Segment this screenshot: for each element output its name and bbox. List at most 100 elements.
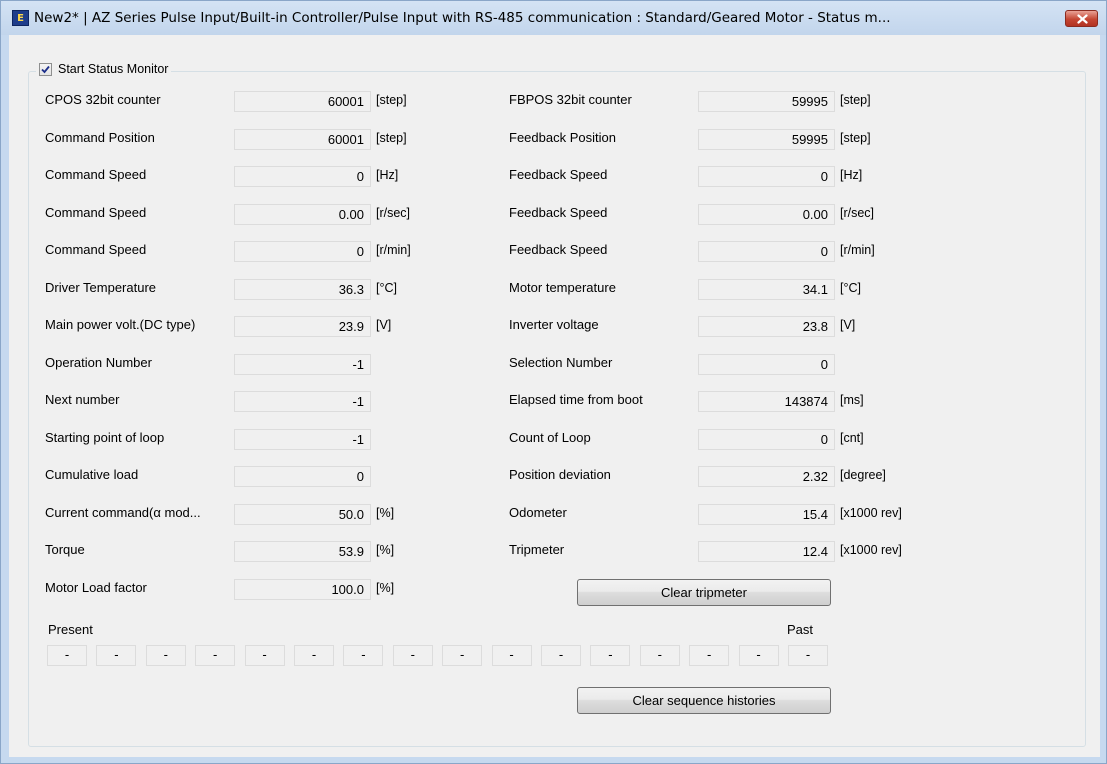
left-param-label: Command Speed — [45, 167, 147, 182]
left-param-unit: [r/sec] — [376, 205, 411, 220]
right-param-value: 143874 — [698, 391, 835, 412]
right-param-label: FBPOS 32bit counter — [509, 92, 632, 107]
history-slot: - — [639, 645, 680, 666]
history-slot: - — [491, 645, 532, 666]
right-param-value: 0 — [698, 353, 835, 375]
history-slot: - — [541, 645, 581, 666]
right-param-value: 0 — [698, 241, 835, 262]
left-param-value: 53.9 — [234, 541, 371, 562]
right-param-unit: [r/min] — [840, 243, 875, 257]
right-param-value: 0 — [698, 428, 835, 450]
present-label: Present — [48, 622, 93, 637]
right-param-unit: [x1000 rev] — [840, 543, 902, 557]
clear-sequence-histories-button[interactable]: Clear sequence histories — [577, 687, 831, 714]
left-param-label: Command Speed — [45, 242, 147, 257]
history-slot: - — [47, 645, 87, 666]
left-param-unit: [%] — [376, 543, 395, 557]
right-param-label: Elapsed time from boot — [509, 392, 643, 407]
left-param-unit: [Hz] — [376, 168, 399, 182]
left-param-value: 0 — [234, 241, 371, 262]
right-param-value: 59995 — [698, 91, 835, 112]
checkmark-icon — [41, 65, 50, 73]
left-param-label: CPOS 32bit counter — [45, 92, 161, 107]
left-param-unit: [°C] — [376, 280, 397, 295]
right-param-value: 2.32 — [698, 466, 835, 487]
history-slot: - — [96, 645, 137, 666]
left-param-value: 23.9 — [234, 316, 371, 337]
history-slot: - — [738, 645, 779, 666]
left-param-value: 0.00 — [234, 203, 371, 225]
left-param-value: 50.0 — [234, 503, 371, 525]
right-param-label: Selection Number — [509, 354, 613, 370]
right-param-label: Odometer — [509, 504, 567, 520]
left-param-unit: [%] — [376, 580, 395, 595]
history-slot: - — [343, 645, 384, 666]
right-param-unit: [Hz] — [840, 168, 863, 182]
left-param-label: Motor Load factor — [45, 579, 147, 595]
right-param-value: 23.8 — [698, 316, 835, 337]
close-button[interactable] — [1065, 10, 1098, 27]
title-bar[interactable]: E New2* | AZ Series Pulse Input/Built-in… — [1, 1, 1106, 35]
window-title: New2* | AZ Series Pulse Input/Built-in C… — [34, 10, 891, 26]
left-param-label: Command Speed — [45, 204, 147, 220]
checkbox-box[interactable] — [39, 62, 52, 76]
left-param-value: -1 — [234, 428, 371, 450]
right-param-label: Position deviation — [509, 467, 611, 482]
right-param-unit: [step] — [840, 93, 871, 107]
client-area: Start Status Monitor CPOS 32bit counter 6… — [9, 35, 1100, 757]
left-param-label: Main power volt.(DC type) — [45, 317, 196, 332]
start-status-monitor-label: Start Status Monitor — [58, 62, 169, 76]
right-param-unit: [x1000 rev] — [840, 505, 902, 520]
right-param-label: Feedback Speed — [509, 204, 608, 220]
left-param-value: 60001 — [234, 128, 371, 150]
left-param-label: Command Position — [45, 129, 155, 145]
right-param-value: 0 — [698, 166, 835, 187]
right-param-unit: [°C] — [840, 280, 861, 295]
right-param-label: Tripmeter — [509, 542, 565, 557]
clear-tripmeter-button[interactable]: Clear tripmeter — [577, 579, 831, 606]
history-slot: - — [590, 645, 631, 666]
close-icon — [1077, 14, 1088, 24]
left-param-unit: [step] — [376, 130, 407, 145]
right-param-value: 34.1 — [698, 278, 835, 300]
right-param-label: Feedback Speed — [509, 167, 608, 182]
left-param-value: -1 — [234, 391, 371, 412]
app-icon[interactable]: E — [12, 10, 29, 26]
left-param-value: 0 — [234, 166, 371, 187]
left-param-label: Starting point of loop — [45, 429, 165, 445]
left-param-label: Torque — [45, 542, 85, 557]
right-param-label: Motor temperature — [509, 279, 616, 295]
right-param-unit: [r/sec] — [840, 205, 875, 220]
right-param-label: Feedback Speed — [509, 242, 608, 257]
left-param-value: 36.3 — [234, 278, 371, 300]
right-param-unit: [step] — [840, 130, 871, 145]
left-param-label: Operation Number — [45, 354, 152, 370]
history-slot: - — [294, 645, 334, 666]
right-param-unit: [V] — [840, 318, 856, 332]
right-param-label: Feedback Position — [509, 129, 616, 145]
left-param-unit: [%] — [376, 505, 395, 520]
history-slot: - — [442, 645, 483, 666]
left-param-value: 0 — [234, 466, 371, 487]
right-param-value: 15.4 — [698, 503, 835, 525]
history-slot: - — [392, 645, 433, 666]
right-param-value: 59995 — [698, 128, 835, 150]
left-param-unit: [step] — [376, 93, 407, 107]
history-slot: - — [689, 645, 730, 666]
left-param-value: -1 — [234, 353, 371, 375]
right-param-unit: [cnt] — [840, 430, 864, 445]
left-param-label: Next number — [45, 392, 120, 407]
history-slot: - — [244, 645, 285, 666]
right-param-unit: [ms] — [840, 393, 864, 407]
right-param-unit: [degree] — [840, 468, 886, 482]
left-param-label: Driver Temperature — [45, 279, 157, 295]
left-param-unit: [V] — [376, 318, 392, 332]
status-monitor-window: E New2* | AZ Series Pulse Input/Built-in… — [0, 0, 1107, 764]
right-param-value: 0.00 — [698, 203, 835, 225]
start-status-monitor-checkbox[interactable]: Start Status Monitor — [36, 59, 172, 79]
right-param-label: Count of Loop — [509, 429, 591, 445]
history-slot: - — [788, 645, 828, 666]
history-slot: - — [145, 645, 186, 666]
left-param-label: Current command(α mod... — [45, 504, 201, 520]
left-param-unit: [r/min] — [376, 243, 411, 257]
